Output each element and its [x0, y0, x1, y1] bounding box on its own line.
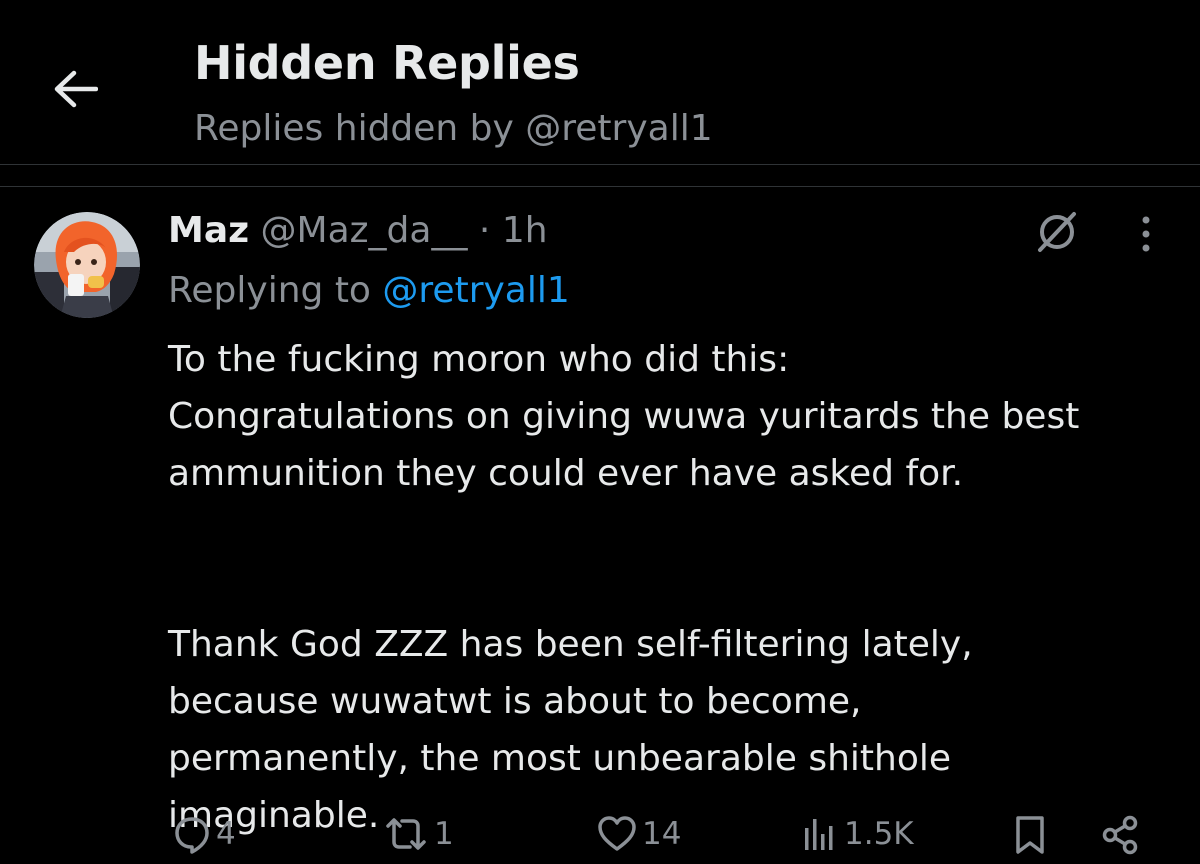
page-title: Hidden Replies [194, 36, 580, 90]
replying-to-mention[interactable]: @retryall1 [382, 270, 569, 311]
heart-icon [596, 814, 638, 854]
bookmark-icon [1012, 814, 1048, 856]
tweet-text: To the fucking moron who did this: Congr… [168, 331, 1168, 844]
avatar[interactable] [34, 212, 140, 318]
user-handle[interactable]: @Maz_da__ [261, 210, 468, 251]
tweet-line: To the fucking moron who did this: [168, 339, 790, 380]
more-vertical-icon [1140, 214, 1152, 258]
page-header: Hidden Replies Replies hidden by @retrya… [0, 0, 1200, 164]
replying-prefix: Replying to [168, 270, 371, 311]
repost-button[interactable]: 1 [382, 814, 454, 854]
tweet-line: ammunition they could ever have asked fo… [168, 453, 964, 494]
section-divider [0, 186, 1200, 187]
repost-icon [382, 814, 430, 854]
tweet-line: permanently, the most unbearable shithol… [168, 738, 951, 779]
view-count: 1.5K [844, 816, 914, 852]
arrow-left-icon [52, 69, 99, 113]
meta-separator: · [478, 210, 491, 251]
display-name[interactable]: Maz [168, 210, 249, 251]
back-button[interactable] [46, 62, 104, 120]
unhide-reply-button[interactable] [1026, 208, 1088, 260]
like-count: 14 [642, 816, 682, 852]
tweet-line: Congratulations on giving wuwa yuritards… [168, 396, 1080, 437]
tweet-meta: Maz @Maz_da__ · 1h [168, 210, 548, 251]
like-button[interactable]: 14 [596, 814, 681, 854]
reply-button[interactable]: 4 [172, 814, 236, 854]
tweet-line: Thank God ZZZ has been self-filtering la… [168, 624, 973, 665]
more-options-button[interactable] [1126, 210, 1166, 262]
views-button[interactable]: 1.5K [800, 814, 914, 854]
header-divider [0, 164, 1200, 165]
repost-count: 1 [434, 816, 454, 852]
reply-icon [172, 814, 212, 854]
bookmark-button[interactable] [1012, 814, 1048, 856]
hidden-reply-icon [1032, 208, 1082, 260]
page-subtitle: Replies hidden by @retryall1 [194, 108, 713, 149]
reply-count: 4 [216, 816, 236, 852]
share-icon [1100, 814, 1142, 856]
replying-to-line: Replying to @retryall1 [168, 270, 570, 311]
analytics-icon [800, 814, 840, 854]
tweet-timestamp[interactable]: 1h [502, 210, 548, 251]
tweet-line: because wuwatwt is about to become, [168, 681, 862, 722]
tweet-action-bar: 4 1 14 1.5K [0, 806, 1200, 864]
share-button[interactable] [1100, 814, 1142, 856]
